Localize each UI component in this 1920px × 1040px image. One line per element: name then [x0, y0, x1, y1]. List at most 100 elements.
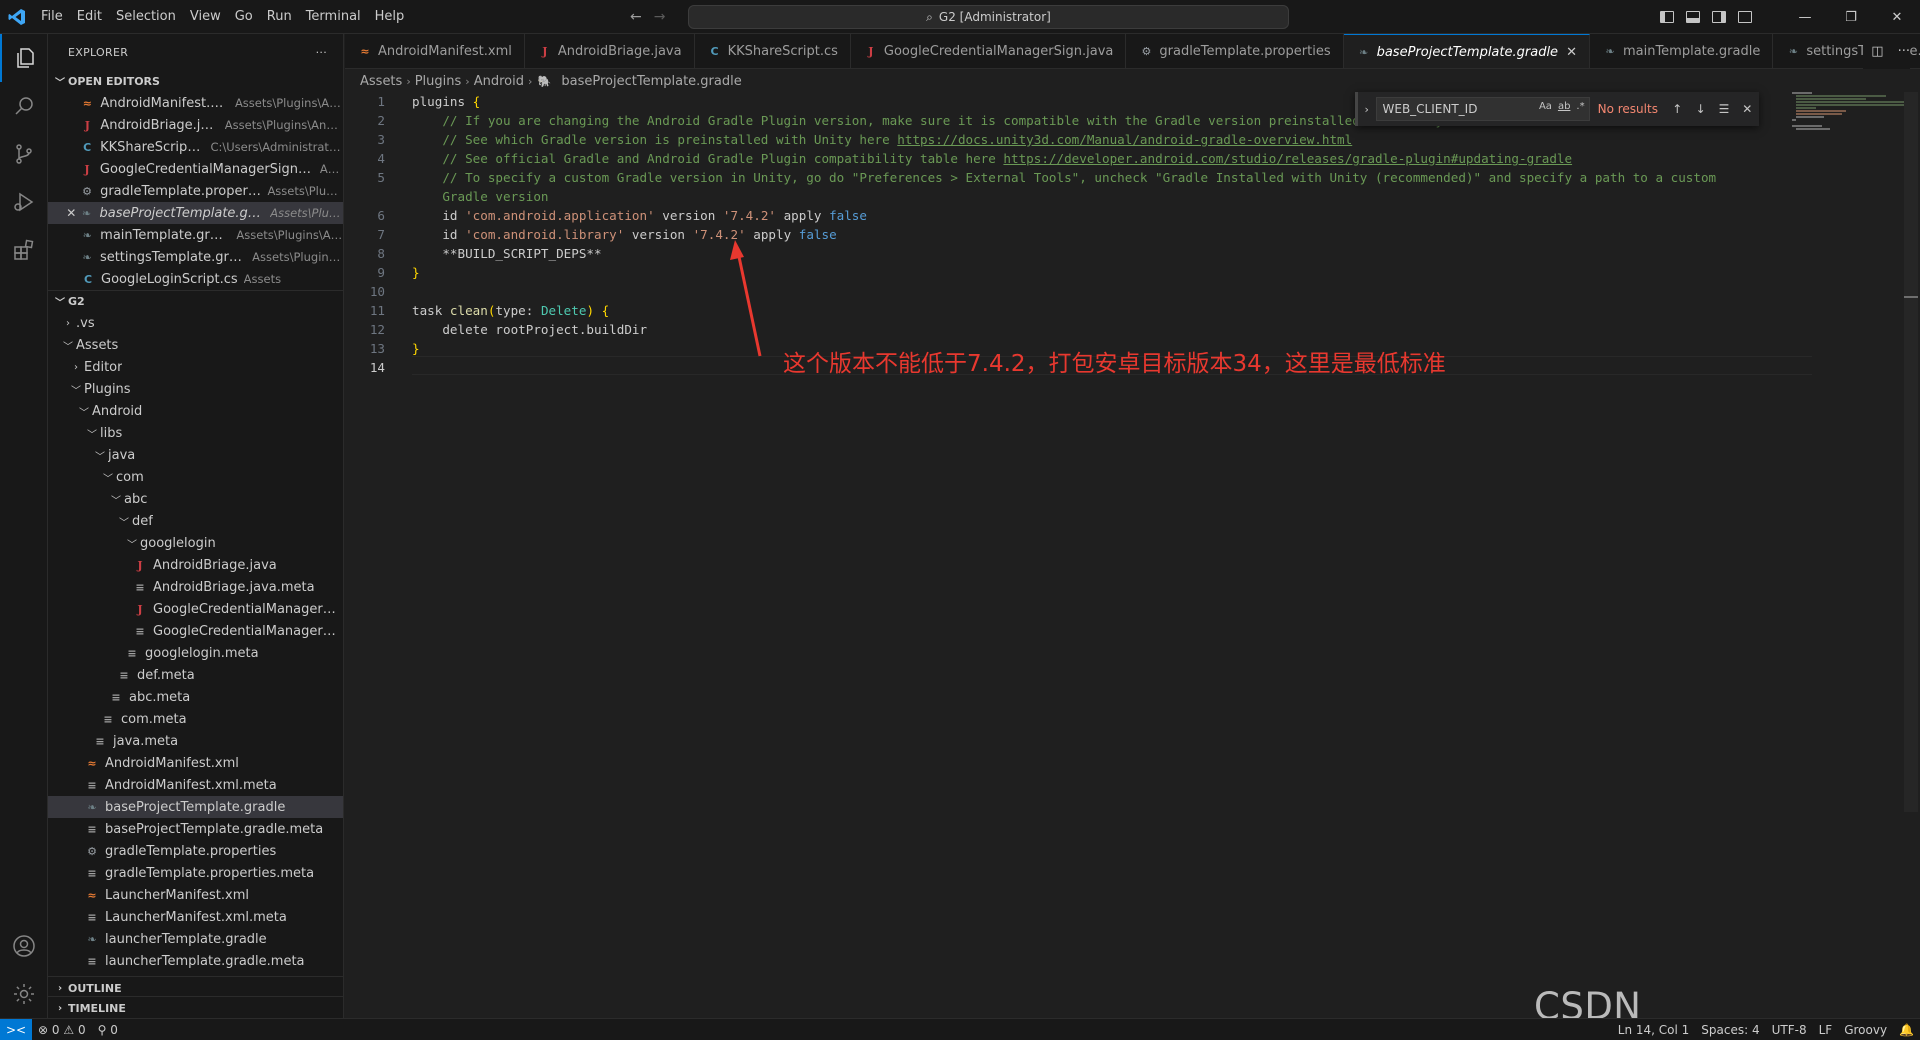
open-editor-item[interactable]: J AndroidBriage.java Assets\Plugins\Andr..…	[48, 114, 343, 136]
forward-arrow-icon[interactable]: →	[654, 9, 666, 25]
tree-file[interactable]: ≡ baseProjectTemplate.gradle.meta	[48, 818, 343, 840]
explorer-icon[interactable]	[0, 34, 48, 82]
ports-status[interactable]: ⚲ 0	[92, 1023, 124, 1037]
tree-file[interactable]: ≡ AndroidManifest.xml.meta	[48, 774, 343, 796]
find-input[interactable]: WEB_CLIENT_ID Aa ab .*	[1375, 97, 1590, 121]
open-editor-item[interactable]: ⚙ gradleTemplate.properties Assets\Plugi..…	[48, 180, 343, 202]
tree-file[interactable]: ❧ baseProjectTemplate.gradle	[48, 796, 343, 818]
tree-folder[interactable]: ﹀ def	[48, 510, 343, 532]
editor-scrollbar[interactable]	[1904, 92, 1918, 812]
close-find-icon[interactable]: ✕	[1736, 102, 1759, 116]
split-editor-icon[interactable]: ◫	[1871, 44, 1883, 59]
tree-file[interactable]: ≡ gradleTemplate.properties.meta	[48, 862, 343, 884]
back-arrow-icon[interactable]: ←	[630, 9, 642, 25]
open-editors-header[interactable]: ﹀ OPEN EDITORS	[48, 70, 343, 92]
tree-file[interactable]: ≡ googlelogin.meta	[48, 642, 343, 664]
tree-file[interactable]: ≡ com.meta	[48, 708, 343, 730]
toggle-panel-icon[interactable]	[1686, 11, 1700, 23]
tree-folder[interactable]: ﹀ libs	[48, 422, 343, 444]
more-actions-icon[interactable]: ···	[1898, 44, 1910, 59]
timeline-section[interactable]: › TIMELINE	[48, 996, 343, 1018]
cursor-position[interactable]: Ln 14, Col 1	[1612, 1023, 1696, 1037]
tree-folder[interactable]: ﹀ java	[48, 444, 343, 466]
minimize-button[interactable]: —	[1782, 0, 1828, 34]
tab-androidbriage-java[interactable]: J AndroidBriage.java	[525, 34, 695, 68]
menu-selection[interactable]: Selection	[109, 0, 183, 34]
tree-folder[interactable]: › Editor	[48, 356, 343, 378]
run-debug-icon[interactable]	[0, 178, 48, 226]
code-editor[interactable]: 1 2 3 4 5 6 7 8 9 10 11 12 13 14 plugins { // If you …	[345, 92, 1920, 1018]
close-icon[interactable]: ✕	[1566, 45, 1577, 60]
tree-folder[interactable]: ﹀ googlelogin	[48, 532, 343, 554]
use-regex-button[interactable]: .*	[1576, 101, 1584, 112]
menu-go[interactable]: Go	[228, 0, 260, 34]
minimap[interactable]	[1792, 92, 1904, 132]
workspace-header[interactable]: ﹀ G2	[48, 290, 343, 312]
match-case-button[interactable]: Aa	[1539, 101, 1552, 112]
tree-folder[interactable]: › .vs	[48, 312, 343, 334]
toggle-replace-chevron-icon[interactable]: ›	[1358, 103, 1376, 116]
tree-file[interactable]: ❧ launcherTemplate.gradle	[48, 928, 343, 950]
toggle-secondary-sidebar-icon[interactable]	[1712, 11, 1726, 23]
tree-file[interactable]: ≡ def.meta	[48, 664, 343, 686]
open-editor-item[interactable]: C KKShareScript.cs C:\Users\Administrator.…	[48, 136, 343, 158]
open-editor-item[interactable]: ❧ mainTemplate.gradle Assets\Plugins\An...	[48, 224, 343, 246]
tree-file[interactable]: ≈ AndroidManifest.xml	[48, 752, 343, 774]
breadcrumb-plugins[interactable]: Plugins	[415, 74, 462, 89]
more-actions-icon[interactable]: ···	[316, 46, 327, 59]
next-match-arrow-icon[interactable]: ↓	[1689, 102, 1712, 116]
tab-androidmanifest-xml[interactable]: ≈ AndroidManifest.xml	[345, 34, 525, 68]
restore-button[interactable]: ❐	[1828, 0, 1874, 34]
close-window-button[interactable]: ✕	[1874, 0, 1920, 34]
tree-file[interactable]: ≈ LauncherManifest.xml	[48, 884, 343, 906]
problems-status[interactable]: ⊗ 0 ⚠ 0	[32, 1023, 92, 1037]
extensions-icon[interactable]	[0, 226, 48, 274]
breadcrumb-android[interactable]: Android	[474, 74, 524, 89]
indentation[interactable]: Spaces: 4	[1695, 1023, 1765, 1037]
open-editor-item[interactable]: J GoogleCredentialManagerSign.java As...	[48, 158, 343, 180]
notifications-bell-icon[interactable]: 🔔	[1893, 1023, 1920, 1037]
tree-file[interactable]: J GoogleCredentialManagerSign....	[48, 598, 343, 620]
tab-gradletemplate-properties[interactable]: ⚙ gradleTemplate.properties	[1126, 34, 1344, 68]
tree-folder[interactable]: ﹀ abc	[48, 488, 343, 510]
tree-file[interactable]: ≡ AndroidBriage.java.meta	[48, 576, 343, 598]
encoding[interactable]: UTF-8	[1766, 1023, 1813, 1037]
menu-file[interactable]: File	[34, 0, 70, 34]
tree-folder[interactable]: ﹀ com	[48, 466, 343, 488]
open-editor-item[interactable]: ✕ ❧ baseProjectTemplate.gradle Assets\Plugi…	[48, 202, 343, 224]
source-control-icon[interactable]	[0, 130, 48, 178]
toggle-primary-sidebar-icon[interactable]	[1660, 11, 1674, 23]
menu-help[interactable]: Help	[368, 0, 412, 34]
tree-folder[interactable]: ﹀ Plugins	[48, 378, 343, 400]
previous-match-arrow-icon[interactable]: ↑	[1666, 102, 1689, 116]
tree-file[interactable]: ≡ launcherTemplate.gradle.meta	[48, 950, 343, 972]
tree-file[interactable]: ≡ LauncherManifest.xml.meta	[48, 906, 343, 928]
tab-maintemplate-gradle[interactable]: ❧ mainTemplate.gradle	[1590, 34, 1774, 68]
search-view-icon[interactable]	[0, 82, 48, 130]
command-center[interactable]: ⌕ G2 [Administrator]	[688, 5, 1289, 29]
tree-folder[interactable]: ﹀ Android	[48, 400, 343, 422]
remote-indicator-icon[interactable]: ><	[0, 1018, 32, 1040]
tab-googlecredentialmanagersign-java[interactable]: J GoogleCredentialManagerSign.java	[851, 34, 1127, 68]
menu-run[interactable]: Run	[260, 0, 299, 34]
tree-file[interactable]: ≡ abc.meta	[48, 686, 343, 708]
tab-baseprojecttemplate-gradle[interactable]: ❧ baseProjectTemplate.gradle ✕	[1343, 34, 1590, 68]
open-editor-item[interactable]: C GoogleLoginScript.cs Assets	[48, 268, 343, 290]
find-in-selection-icon[interactable]: ☰	[1712, 102, 1735, 116]
menu-view[interactable]: View	[183, 0, 228, 34]
open-editor-item[interactable]: ❧ settingsTemplate.gradle Assets\Plugins\.…	[48, 246, 343, 268]
tree-file[interactable]: ≡ java.meta	[48, 730, 343, 752]
tree-file[interactable]: ⚙ gradleTemplate.properties	[48, 840, 343, 862]
accounts-icon[interactable]	[0, 922, 48, 970]
customize-layout-icon[interactable]	[1738, 11, 1752, 23]
settings-gear-icon[interactable]	[0, 970, 48, 1018]
close-icon[interactable]: ✕	[64, 206, 79, 220]
open-editor-item[interactable]: ≈ AndroidManifest.xml Assets\Plugins\An...	[48, 92, 343, 114]
end-of-line[interactable]: LF	[1813, 1023, 1839, 1037]
match-whole-word-button[interactable]: ab	[1558, 101, 1570, 112]
tree-file[interactable]: ≡ GoogleCredentialManagerSign....	[48, 620, 343, 642]
breadcrumb-file[interactable]: baseProjectTemplate.gradle	[561, 74, 741, 89]
tree-folder[interactable]: ﹀ Assets	[48, 334, 343, 356]
language-mode[interactable]: Groovy	[1838, 1023, 1893, 1037]
tree-file[interactable]: J AndroidBriage.java	[48, 554, 343, 576]
